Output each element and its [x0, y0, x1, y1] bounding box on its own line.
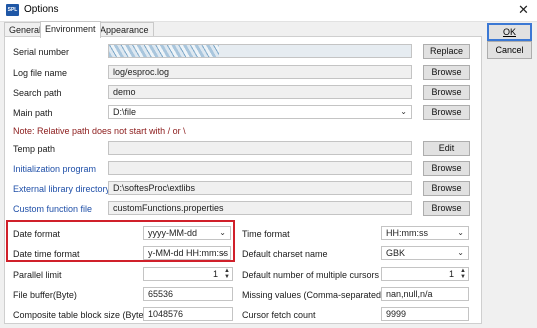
date-format-label: Date format [13, 229, 61, 239]
date-format-select[interactable]: yyyy-MM-dd ⌄ [143, 226, 231, 240]
datetime-format-label: Date time format [13, 249, 80, 259]
extlib-browse-button[interactable]: Browse [423, 181, 470, 196]
tab-appearance[interactable]: Appearance [95, 22, 154, 37]
main-browse-button[interactable]: Browse [423, 105, 470, 120]
chevron-down-icon: ⌄ [219, 248, 226, 257]
block-size-field[interactable]: 1048576 [143, 307, 233, 321]
file-buffer-label: File buffer(Byte) [13, 290, 77, 300]
temp-path-label: Temp path [13, 144, 56, 154]
title-bar [0, 0, 537, 22]
replace-button[interactable]: Replace [423, 44, 470, 59]
chevron-down-icon: ⌄ [219, 228, 226, 237]
chevron-down-icon: ⌄ [457, 228, 464, 237]
chevron-down-icon: ⌄ [400, 107, 407, 116]
main-path-select[interactable]: D:\file ⌄ [108, 105, 412, 119]
tab-environment[interactable]: Environment [40, 21, 101, 38]
custom-function-field[interactable]: customFunctions.properties [108, 201, 412, 215]
serial-number-field [108, 44, 412, 58]
ok-button[interactable]: OK [487, 23, 532, 41]
cancel-button[interactable]: Cancel [487, 41, 532, 59]
missing-values-field[interactable]: nan,null,n/a [381, 287, 469, 301]
parallel-limit-label: Parallel limit [13, 270, 62, 280]
cancel-button-label: Cancel [495, 45, 524, 55]
datetime-format-select[interactable]: y-MM-dd HH:mm:ss ⌄ [143, 246, 231, 260]
log-browse-button[interactable]: Browse [423, 65, 470, 80]
custom-function-label: Custom function file [13, 204, 93, 214]
main-path-value: D:\file [113, 107, 137, 117]
search-browse-button[interactable]: Browse [423, 85, 470, 100]
init-program-field[interactable] [108, 161, 412, 175]
cursors-label: Default number of multiple cursors [242, 270, 380, 280]
chevron-down-icon: ⌄ [457, 248, 464, 257]
date-format-value: yyyy-MM-dd [148, 228, 197, 238]
search-path-field[interactable]: demo [108, 85, 412, 99]
extlib-label: External library directory [13, 184, 111, 194]
fetch-count-label: Cursor fetch count [242, 310, 316, 320]
custom-function-browse-button[interactable]: Browse [423, 201, 470, 216]
time-format-value: HH:mm:ss [386, 228, 428, 238]
cursors-value: 1 [448, 269, 454, 279]
parallel-limit-value: 1 [212, 269, 218, 279]
log-file-label: Log file name [13, 68, 68, 78]
file-buffer-field[interactable]: 65536 [143, 287, 233, 301]
init-program-label: Initialization program [13, 164, 97, 174]
charset-value: GBK [386, 248, 406, 258]
ok-button-label: OK [502, 27, 516, 37]
search-path-label: Search path [13, 88, 62, 98]
app-icon: SPL [6, 4, 19, 16]
cursors-stepper[interactable]: 1 ▲ ▼ [381, 267, 469, 281]
window-title: Options [24, 4, 59, 15]
charset-label: Default charset name [242, 249, 328, 259]
init-browse-button[interactable]: Browse [423, 161, 470, 176]
main-path-label: Main path [13, 108, 53, 118]
close-icon[interactable]: ✕ [518, 2, 529, 18]
relative-path-note: Note: Relative path does not start with … [13, 126, 186, 136]
charset-select[interactable]: GBK ⌄ [381, 246, 469, 260]
log-file-field[interactable]: log/esproc.log [108, 65, 412, 79]
time-format-select[interactable]: HH:mm:ss ⌄ [381, 226, 469, 240]
extlib-field[interactable]: D:\softesProc\extlibs [108, 181, 412, 195]
datetime-format-value: y-MM-dd HH:mm:ss [148, 248, 228, 258]
block-size-label: Composite table block size (Byte) [13, 310, 147, 320]
fetch-count-field[interactable]: 9999 [381, 307, 469, 321]
spinner-arrows-icon[interactable]: ▲ ▼ [460, 268, 466, 280]
serial-label: Serial number [13, 47, 70, 57]
temp-path-field[interactable] [108, 141, 412, 155]
spinner-arrows-icon[interactable]: ▲ ▼ [224, 268, 230, 280]
time-format-label: Time format [242, 229, 290, 239]
parallel-limit-stepper[interactable]: 1 ▲ ▼ [143, 267, 233, 281]
missing-values-label: Missing values (Comma-separated) [242, 290, 385, 300]
temp-edit-button[interactable]: Edit [423, 141, 470, 156]
